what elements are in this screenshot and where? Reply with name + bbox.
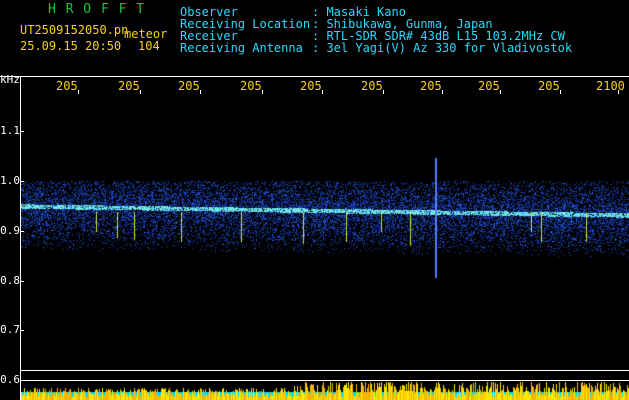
freq-tick-mark — [20, 231, 24, 232]
spectrogram — [21, 88, 629, 288]
freq-tick-mark — [20, 131, 24, 132]
hrofft-window: { "header": { "app_title": "H R O F F T"… — [0, 0, 629, 400]
time-tick-label: 205 — [361, 79, 383, 93]
freq-tick-mark — [20, 281, 24, 282]
freq-tick-label: 0.6 — [0, 373, 20, 386]
info-label-antenna: Receiving Antenna — [180, 41, 303, 55]
time-tick-mark — [500, 90, 501, 94]
freq-tick-mark — [20, 330, 24, 331]
signal-level-bars — [21, 370, 629, 400]
app-title: H R O F F T — [48, 2, 146, 17]
time-tick-label: 205 — [56, 79, 78, 93]
time-tick-mark — [78, 90, 79, 94]
freq-tick-label: 0.9 — [0, 224, 20, 237]
freq-tick-label: 1.0 — [0, 174, 20, 187]
time-tick-label: 205 — [300, 79, 322, 93]
time-tick-label: 205 — [178, 79, 200, 93]
time-tick-mark — [322, 90, 323, 94]
time-tick-label: 205 — [538, 79, 560, 93]
time-tick-mark — [200, 90, 201, 94]
time-tick-mark — [383, 90, 384, 94]
time-tick-label: 205 — [478, 79, 500, 93]
time-tick-label: 2100 — [596, 79, 625, 93]
time-tick-label: 205 — [240, 79, 262, 93]
time-tick-label: 205 — [420, 79, 442, 93]
info-value-antenna: : 3el Yagi(V) Az 330 for Vladivostok — [312, 41, 573, 55]
time-tick-mark — [560, 90, 561, 94]
freq-tick-label: 0.8 — [0, 274, 20, 287]
freq-tick-label: 1.1 — [0, 124, 20, 137]
datetime-label: 25.09.15 20:50 — [20, 39, 122, 53]
time-tick-mark — [262, 90, 263, 94]
time-tick-mark — [140, 90, 141, 94]
count-label: 104 — [138, 39, 160, 53]
time-axis-line — [0, 76, 629, 77]
time-tick-mark — [618, 90, 619, 94]
time-tick-label: 205 — [118, 79, 140, 93]
freq-tick-label: 0.7 — [0, 323, 20, 336]
time-tick-mark — [442, 90, 443, 94]
freq-tick-mark — [20, 181, 24, 182]
freq-tick-mark — [20, 380, 24, 381]
filename-label: UT2509152050.pn — [20, 23, 129, 37]
